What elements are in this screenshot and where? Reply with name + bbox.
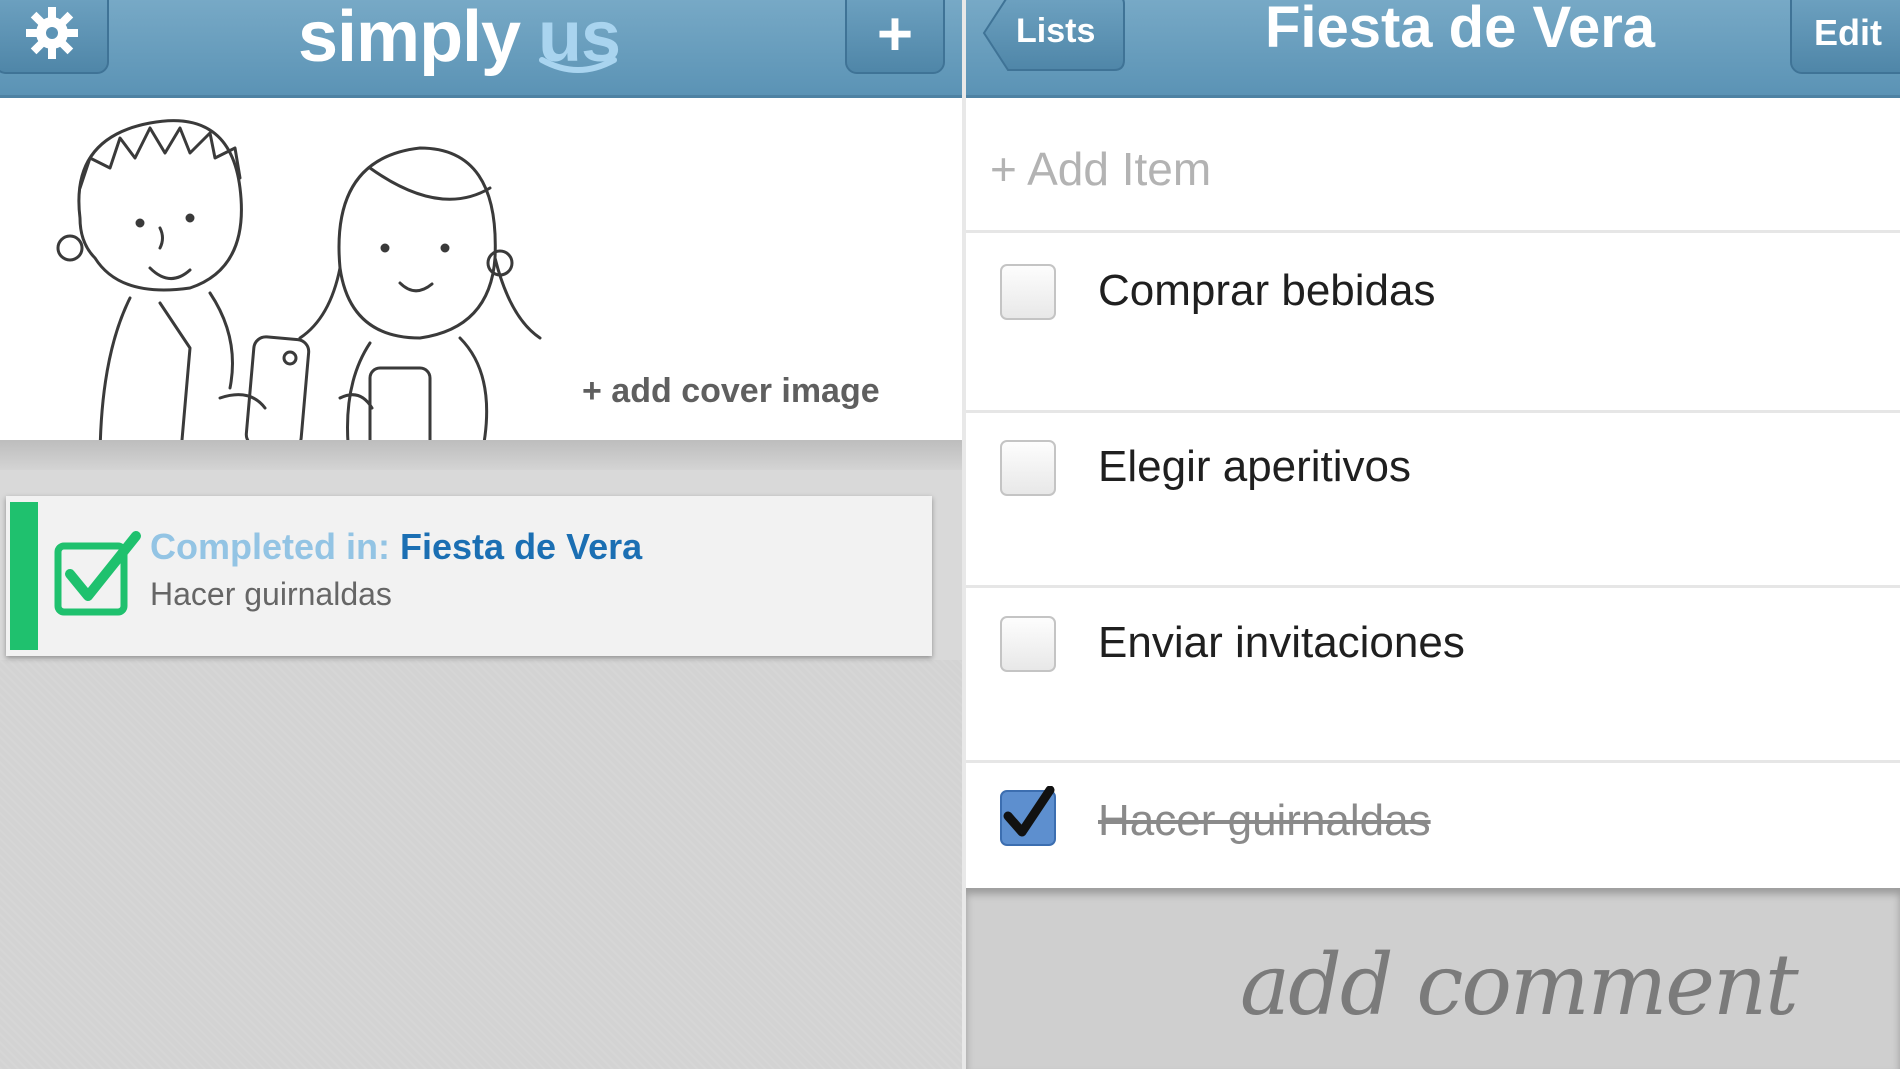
back-button-label[interactable]: Lists: [1016, 12, 1095, 51]
separator: [966, 230, 1900, 233]
home-panel: simply us + + add cover image Completed …: [0, 0, 962, 1069]
edit-button-label: Edit: [1814, 12, 1882, 53]
home-background: [0, 660, 962, 1069]
edit-button[interactable]: Edit: [1790, 0, 1900, 74]
add-item-input[interactable]: + Add Item: [990, 142, 1211, 196]
item-label-comprar[interactable]: Comprar bebidas: [1098, 266, 1436, 316]
add-cover-image-link[interactable]: + add cover image: [582, 372, 880, 411]
activity-prefix: Completed in:: [150, 526, 390, 567]
separator: [966, 585, 1900, 588]
item-label-hacer[interactable]: Hacer guirnaldas: [1098, 796, 1431, 846]
add-comment-button[interactable]: add comment: [1240, 936, 1799, 1034]
logo-smile-icon: [539, 57, 617, 73]
item-checkbox-elegir[interactable]: [1000, 440, 1056, 496]
activity-item: Hacer guirnaldas: [150, 576, 392, 612]
activity-card[interactable]: Completed in: Fiesta de Vera Hacer guirn…: [6, 496, 932, 656]
checkmark-icon: [54, 531, 141, 616]
cover-shadow: [0, 440, 962, 470]
item-label-elegir[interactable]: Elegir aperitivos: [1098, 442, 1411, 492]
list-title: Fiesta de Vera: [1264, 0, 1656, 60]
item-label-enviar[interactable]: Enviar invitaciones: [1098, 618, 1465, 668]
cover-illustration: [56, 119, 542, 463]
logo-simply: simply: [298, 0, 521, 77]
activity-summary: Completed in: Fiesta de Vera: [150, 526, 642, 568]
settings-button[interactable]: [0, 0, 109, 74]
add-list-button[interactable]: +: [845, 0, 945, 74]
gear-icon: [25, 7, 78, 59]
separator: [966, 410, 1900, 413]
separator: [966, 760, 1900, 763]
plus-icon: +: [876, 0, 914, 69]
item-checkbox-enviar[interactable]: [1000, 616, 1056, 672]
checkmark-icon: [1003, 786, 1055, 837]
activity-status-bar: [10, 502, 38, 650]
item-checkbox-comprar[interactable]: [1000, 264, 1056, 320]
activity-list-link[interactable]: Fiesta de Vera: [400, 526, 642, 567]
item-checkbox-hacer[interactable]: [1000, 786, 1056, 846]
